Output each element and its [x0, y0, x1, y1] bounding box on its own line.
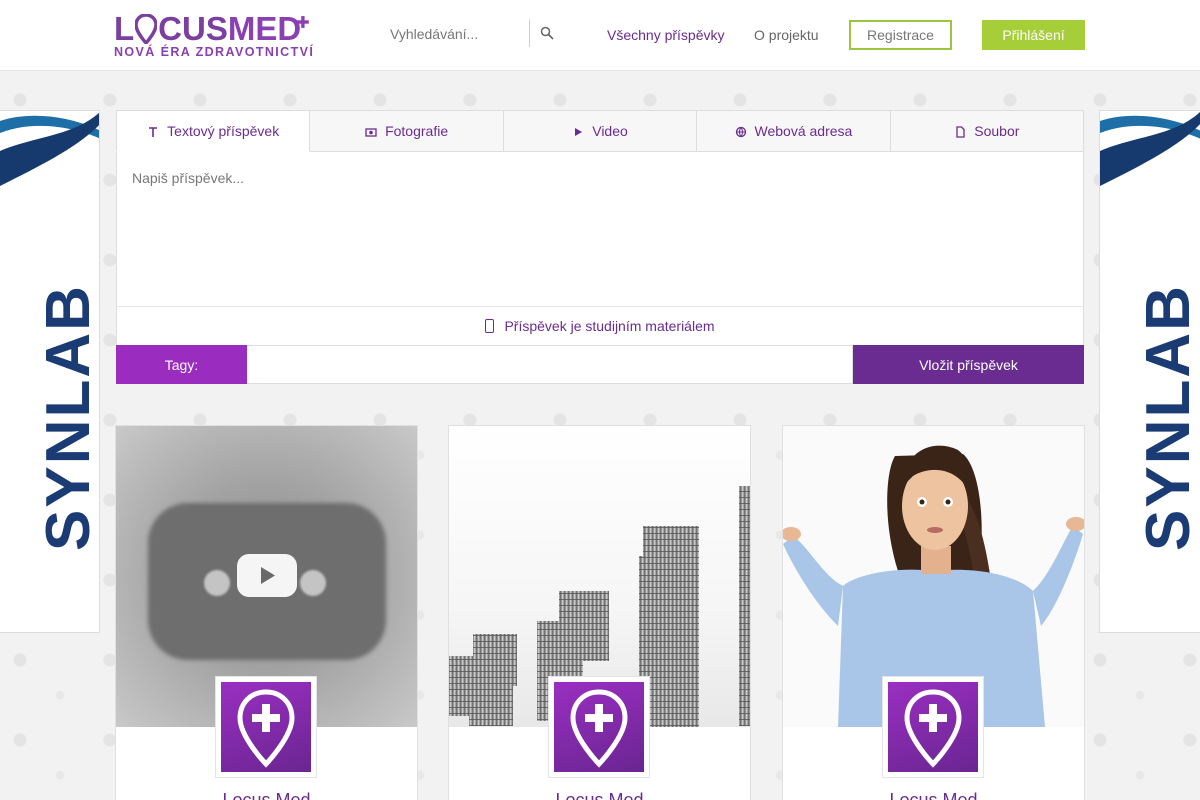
synlab-ad-left[interactable]: SYNLAB: [0, 110, 100, 633]
link-icon: [735, 125, 747, 138]
image-detail: [300, 570, 326, 596]
study-material-toggle[interactable]: Příspěvek je studijním materiálem: [116, 306, 1084, 346]
image-detail: [204, 570, 230, 596]
photo-icon: [365, 125, 377, 137]
logo-text-med: MED: [227, 10, 302, 47]
search-box: [378, 20, 530, 47]
composer-tabs: Textový příspěvek Fotografie Video Webov…: [116, 110, 1085, 152]
locusmed-pin-icon: [237, 689, 295, 768]
logo-text-cus: CUS: [158, 10, 228, 47]
play-icon[interactable]: [237, 554, 297, 597]
synlab-brand-text: SYNLAB: [1134, 284, 1200, 551]
submit-post-button[interactable]: Vložit příspěvek: [853, 345, 1084, 384]
login-button[interactable]: Přihlášení: [982, 20, 1085, 50]
header: L CUS MED NOVÁ ÉRA ZDRAVOTNICTVÍ Všechny…: [0, 0, 1200, 71]
post-card[interactable]: Locus Med: [448, 425, 751, 800]
tags-label: Tagy:: [116, 345, 247, 384]
logo-tagline: NOVÁ ÉRA ZDRAVOTNICTVÍ: [114, 45, 315, 59]
study-material-label: Příspěvek je studijním materiálem: [504, 318, 715, 334]
checkbox-icon[interactable]: [485, 319, 495, 333]
avatar[interactable]: [216, 677, 316, 777]
locusmed-pin-icon: [904, 689, 962, 768]
avatar[interactable]: [883, 677, 983, 777]
synlab-brand-text: SYNLAB: [34, 284, 100, 551]
synlab-wave-logo: [1100, 111, 1200, 186]
tab-file[interactable]: Soubor: [889, 110, 1085, 152]
logo-letter-l: L: [114, 10, 135, 47]
tab-label: Soubor: [974, 123, 1020, 139]
nav-all-posts[interactable]: Všechny příspěvky: [607, 27, 725, 43]
nav-about[interactable]: O projektu: [754, 27, 819, 43]
post-textarea[interactable]: [117, 152, 1083, 306]
avatar[interactable]: [549, 677, 649, 777]
tab-label: Webová adresa: [754, 123, 853, 139]
register-button[interactable]: Registrace: [849, 20, 952, 50]
file-icon: [954, 125, 966, 138]
avatar-background: [221, 682, 311, 772]
tab-label: Fotografie: [385, 123, 449, 139]
locusmed-logo[interactable]: L CUS MED NOVÁ ÉRA ZDRAVOTNICTVÍ: [114, 12, 315, 60]
tags-row: Tagy: Vložit příspěvek: [116, 345, 1084, 384]
locusmed-pin-icon: [570, 689, 628, 768]
tab-text-post[interactable]: Textový příspěvek: [116, 110, 311, 152]
card-author[interactable]: Locus Med: [449, 790, 750, 800]
synlab-wave-logo: [0, 112, 99, 186]
logo-pin-icon: [134, 13, 158, 46]
video-icon: [572, 125, 584, 137]
logo-wordmark: L CUS MED: [114, 12, 309, 46]
search-icon[interactable]: [540, 26, 556, 42]
tab-label: Video: [592, 123, 628, 139]
tab-video[interactable]: Video: [502, 110, 698, 152]
post-card[interactable]: Locus Med: [782, 425, 1085, 800]
avatar-background: [554, 682, 644, 772]
avatar-background: [888, 682, 978, 772]
composer-body: [116, 151, 1084, 307]
post-card[interactable]: Locus Med: [115, 425, 418, 800]
card-author[interactable]: Locus Med: [116, 790, 417, 800]
post-composer: Textový příspěvek Fotografie Video Webov…: [116, 110, 1085, 384]
tab-photo[interactable]: Fotografie: [309, 110, 504, 152]
tab-web-url[interactable]: Webová adresa: [696, 110, 891, 152]
text-icon: [147, 125, 159, 137]
card-author[interactable]: Locus Med: [783, 790, 1084, 800]
tags-input[interactable]: [247, 345, 853, 384]
search-input[interactable]: [378, 20, 528, 47]
synlab-ad-right[interactable]: SYNLAB: [1099, 110, 1200, 633]
logo-plus-icon: [297, 16, 309, 28]
tab-label: Textový příspěvek: [167, 123, 280, 139]
